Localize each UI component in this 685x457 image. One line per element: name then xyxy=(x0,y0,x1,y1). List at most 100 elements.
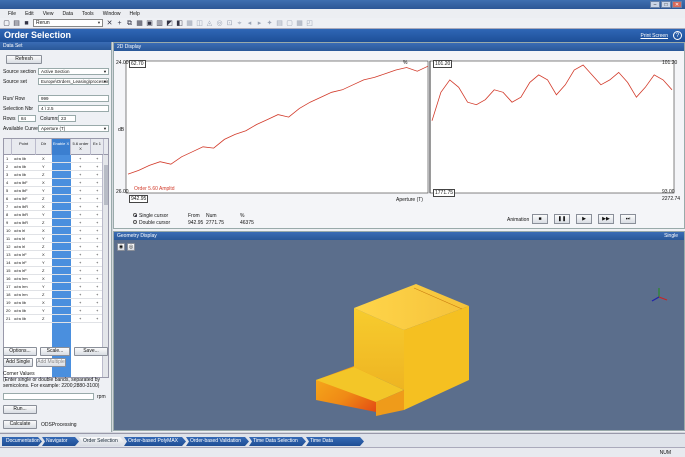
row-order[interactable]: + xyxy=(79,187,81,195)
row-ex[interactable]: + xyxy=(96,315,98,323)
menu-view[interactable]: View xyxy=(43,11,54,17)
table-row[interactable]: 14 o/ra lrF Y + + xyxy=(4,259,104,267)
row-ex[interactable]: + xyxy=(96,179,98,187)
layout-combo[interactable]: Rerun xyxy=(33,19,103,27)
cursor-icon[interactable]: ⌖ xyxy=(236,20,243,27)
nav-documentation[interactable]: Documentation xyxy=(2,437,42,446)
help-icon[interactable]: ? xyxy=(673,31,682,40)
nav-order-selection[interactable]: Order Selection xyxy=(79,437,124,446)
row-ex[interactable]: + xyxy=(96,235,98,243)
rows-field[interactable]: 84 xyxy=(18,115,36,122)
table-row[interactable]: 20 o/ra lib Y + + xyxy=(4,307,104,315)
table-row[interactable]: 4 o/ra lbF X + + xyxy=(4,179,104,187)
window-icon[interactable]: ▢ xyxy=(286,20,293,27)
table-row[interactable]: 13 o/ra lrF X + + xyxy=(4,251,104,259)
menu-window[interactable]: Window xyxy=(103,11,121,17)
marker-icon[interactable]: ✦ xyxy=(266,20,273,27)
fast-forward-button[interactable]: ▶▶ xyxy=(598,214,614,224)
row-order[interactable]: + xyxy=(79,283,81,291)
table-row[interactable]: 5 o/ra lbF Y + + xyxy=(4,187,104,195)
table-row[interactable]: 10 o/ra lrl X + + xyxy=(4,227,104,235)
table-row[interactable]: 6 o/ra lbF Z + + xyxy=(4,195,104,203)
row-ex[interactable]: + xyxy=(96,211,98,219)
single-cursor-radio[interactable] xyxy=(133,213,137,217)
row-order[interactable]: + xyxy=(79,307,81,315)
preview-icon[interactable]: ▥ xyxy=(156,20,163,27)
add-multiple-button[interactable]: Add Multiple xyxy=(36,358,66,367)
add-icon[interactable]: + xyxy=(116,20,123,27)
selection-field[interactable]: 4 \ 2.5 xyxy=(38,105,109,112)
row-ex[interactable]: + xyxy=(96,283,98,291)
table-row[interactable]: 18 o/ra lrm Z + + xyxy=(4,291,104,299)
fit-icon[interactable]: ⊡ xyxy=(226,20,233,27)
menu-edit[interactable]: Edit xyxy=(25,11,34,17)
table-row[interactable]: 15 o/ra lrF Z + + xyxy=(4,267,104,275)
table-row[interactable]: 1 o/ra lib X + + xyxy=(4,155,104,163)
play-button[interactable]: ▶ xyxy=(576,214,592,224)
table-row[interactable]: 2 o/ra lib Y + + xyxy=(4,163,104,171)
scrollbar-thumb[interactable] xyxy=(104,165,108,205)
row-ex[interactable]: + xyxy=(96,187,98,195)
nav-navigator[interactable]: Navigator xyxy=(42,437,79,446)
table-row[interactable]: 8 o/ra lbR Y + + xyxy=(4,211,104,219)
row-order[interactable]: + xyxy=(79,195,81,203)
delete-icon[interactable]: ✕ xyxy=(106,20,113,27)
columns-field[interactable]: 23 xyxy=(58,115,76,122)
row-ex[interactable]: + xyxy=(96,227,98,235)
row-ex[interactable]: + xyxy=(96,155,98,163)
row-order[interactable]: + xyxy=(79,275,81,283)
filter-icon[interactable]: ◩ xyxy=(166,20,173,27)
run-button[interactable]: Run... xyxy=(3,405,37,414)
col-header-order[interactable]: 5.6 order X xyxy=(71,139,91,155)
geometry-mode[interactable]: Single xyxy=(664,232,678,240)
col-header-dir[interactable]: Dir xyxy=(36,139,52,155)
table-row[interactable]: 17 o/ra lrm Y + + xyxy=(4,283,104,291)
step-forward-icon[interactable]: ▸ xyxy=(256,20,263,27)
scale-button[interactable]: Scale... xyxy=(40,347,70,356)
row-ex[interactable]: + xyxy=(96,243,98,251)
table-row[interactable]: 21 o/ra lib Z + + xyxy=(4,315,104,323)
open-folder-icon[interactable]: ▤ xyxy=(13,20,20,27)
source-set-select[interactable]: Europe\Orders_Leasing\processing_in xyxy=(38,78,109,85)
menu-data[interactable]: Data xyxy=(62,11,73,17)
corner-values-input[interactable] xyxy=(3,393,94,400)
row-order[interactable]: + xyxy=(79,219,81,227)
options-button[interactable]: Options... xyxy=(3,347,37,356)
row-order[interactable]: + xyxy=(79,299,81,307)
minimize-button[interactable]: – xyxy=(650,1,660,8)
source-section-select[interactable]: Active Section xyxy=(38,68,109,75)
row-ex[interactable]: + xyxy=(96,171,98,179)
row-ex[interactable]: + xyxy=(96,251,98,259)
row-order[interactable]: + xyxy=(79,267,81,275)
paste-icon[interactable]: ▦ xyxy=(136,20,143,27)
row-order[interactable]: + xyxy=(79,211,81,219)
pause-button[interactable]: ❚❚ xyxy=(554,214,570,224)
row-ex[interactable]: + xyxy=(96,219,98,227)
table-row[interactable]: 11 o/ra lrl Y + + xyxy=(4,235,104,243)
save-button[interactable]: Save... xyxy=(74,347,108,356)
table-scrollbar[interactable] xyxy=(102,155,108,377)
layout-icon[interactable]: ▤ xyxy=(276,20,283,27)
row-order[interactable]: + xyxy=(79,243,81,251)
calculate-button[interactable]: Calculate xyxy=(3,420,37,429)
row-ex[interactable]: + xyxy=(96,275,98,283)
row-order[interactable]: + xyxy=(79,251,81,259)
zoom-icon[interactable]: ◎ xyxy=(216,20,223,27)
col-header-enable[interactable]: Enable X xyxy=(52,139,71,155)
print-icon[interactable]: ▣ xyxy=(146,20,153,27)
row-ex[interactable]: + xyxy=(96,195,98,203)
print-screen-link[interactable]: Print Screen xyxy=(640,33,668,39)
row-order[interactable]: + xyxy=(79,291,81,299)
row-order[interactable]: + xyxy=(79,227,81,235)
table-row[interactable]: 12 o/ra lrl Z + + xyxy=(4,243,104,251)
menu-tools[interactable]: Tools xyxy=(82,11,94,17)
stop-button[interactable]: ■ xyxy=(532,214,548,224)
row-order[interactable]: + xyxy=(79,259,81,267)
row-order[interactable]: + xyxy=(79,315,81,323)
nav-time-data-processing[interactable]: Time Data Processing xyxy=(306,437,364,446)
nav-time-data-selection[interactable]: Time Data Selection xyxy=(249,437,306,446)
maximize-button[interactable]: □ xyxy=(661,1,671,8)
row-ex[interactable]: + xyxy=(96,299,98,307)
row-ex[interactable]: + xyxy=(96,259,98,267)
save-icon[interactable]: ■ xyxy=(23,20,30,27)
